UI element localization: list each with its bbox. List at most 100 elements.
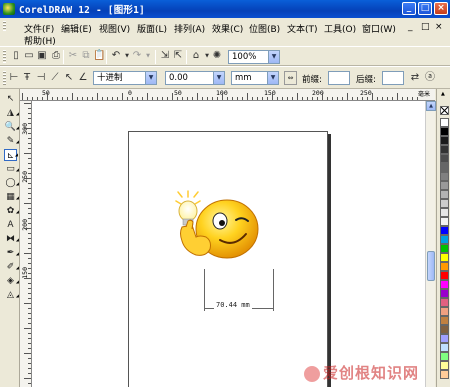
cut-icon[interactable]: ✂ [67,50,79,62]
suffix-input[interactable] [382,71,404,85]
toolbar-grip[interactable] [3,50,6,63]
menu-edit[interactable]: 编辑(E) [61,22,92,35]
import-icon[interactable]: ⇲ [159,50,171,62]
callout-icon[interactable]: ↖ [63,72,75,84]
property-bar-grip[interactable] [3,71,6,85]
basic-shapes-tool-icon[interactable]: ✿ ◢ [4,205,19,217]
no-fill-swatch[interactable] [440,106,449,115]
text-tool-icon[interactable]: A [4,219,17,231]
color-swatch[interactable] [440,190,449,199]
smiley-lightbulb-clipart[interactable] [172,187,282,275]
color-swatch[interactable] [440,334,449,343]
menu-arrange[interactable]: 排列(A) [174,22,205,35]
export-icon[interactable]: ⇱ [172,50,184,62]
chevron-down-icon[interactable]: ▼ [268,51,279,63]
menu-bitmaps[interactable]: 位图(B) [249,22,280,35]
close-button[interactable]: × [434,2,448,15]
minimize-button[interactable]: _ [402,2,416,15]
color-swatch[interactable] [440,298,449,307]
open-icon[interactable]: ▭ [23,50,35,62]
ellipse-tool-icon[interactable]: ◯ ◢ [4,177,19,189]
scroll-up-icon[interactable]: ▲ [426,101,436,111]
dimension-units-select[interactable]: mm ▼ [231,71,279,85]
outline-tool-icon[interactable]: ✐ ◢ [4,261,19,273]
doc-close-button[interactable]: × [435,22,443,32]
doc-restore-button[interactable]: □ [421,22,430,32]
new-document-icon[interactable]: ▯ [10,50,22,62]
vertical-dimension-icon[interactable]: Ŧ [21,72,33,84]
corel-online-icon[interactable]: ✺ [211,50,223,62]
rectangle-tool-icon[interactable]: ▭ ◢ [4,163,19,175]
fill-tool-icon[interactable]: ◈ ◢ [4,275,19,287]
color-swatch[interactable] [440,226,449,235]
color-swatch[interactable] [440,172,449,181]
color-swatch[interactable] [440,199,449,208]
horizontal-dimension-icon[interactable]: ⊣ [35,72,47,84]
interactive-blend-tool-icon[interactable]: ⧓ ◢ [4,233,19,245]
pick-tool-icon[interactable]: ↖ [4,93,17,105]
save-icon[interactable]: ▣ [36,50,48,62]
color-swatch[interactable] [440,154,449,163]
color-swatch[interactable] [440,289,449,298]
chevron-down-icon[interactable]: ▼ [213,72,224,84]
zoom-level-select[interactable]: 100% ▼ [228,50,280,64]
vertical-ruler[interactable]: 300 250 200 150 [20,101,32,387]
color-swatch[interactable] [440,307,449,316]
menu-view[interactable]: 视图(V) [99,22,130,35]
polygon-tool-icon[interactable]: ▦ ◢ [4,191,19,203]
color-swatch[interactable] [440,244,449,253]
color-swatch[interactable] [440,136,449,145]
chevron-down-icon[interactable]: ▼ [145,72,156,84]
paste-icon[interactable]: 📋 [93,50,105,62]
menu-effects[interactable]: 效果(C) [212,22,243,35]
color-swatch[interactable] [440,271,449,280]
color-swatch[interactable] [440,370,449,379]
color-swatch[interactable] [440,118,449,127]
color-swatch[interactable] [440,145,449,154]
color-swatch[interactable] [440,280,449,289]
dimension-text[interactable]: 70.44 mm [214,301,252,309]
menu-window[interactable]: 窗口(W) [362,22,396,35]
auto-dimension-icon[interactable]: ⊢ [8,72,20,84]
dimension-style-select[interactable]: 十进制 ▼ [93,71,157,85]
shape-tool-icon[interactable]: ◮ ◢ [4,107,19,119]
prefix-input[interactable] [328,71,350,85]
text-position-icon[interactable]: ⓐ [424,72,436,84]
chevron-down-icon[interactable]: ▼ [267,72,278,84]
color-swatch[interactable] [440,208,449,217]
color-swatch[interactable] [440,181,449,190]
zoom-tool-icon[interactable]: 🔍 ◢ [4,121,19,133]
redo-dropdown-icon[interactable]: ▼ [142,50,154,62]
color-swatch[interactable] [440,325,449,334]
interactive-fill-tool-icon[interactable]: ◬ ◢ [4,289,19,301]
color-swatch[interactable] [440,163,449,172]
drawing-canvas[interactable]: 70.44 mm 爱创根知识网 [32,101,425,387]
print-icon[interactable]: ⎙ [50,50,62,62]
maximize-button[interactable]: □ [418,2,432,15]
color-swatch[interactable] [440,127,449,136]
color-swatch[interactable] [440,361,449,370]
eyedropper-tool-icon[interactable]: ✒ ◢ [4,247,19,259]
color-swatch[interactable] [440,253,449,262]
color-swatch[interactable] [440,343,449,352]
menu-text[interactable]: 文本(T) [287,22,318,35]
angular-dimension-icon[interactable]: ∠ [77,72,89,84]
dynamic-dimension-icon[interactable]: ⇄ [409,72,421,84]
color-swatch[interactable] [440,235,449,244]
copy-icon[interactable]: ⧉ [80,50,92,62]
menu-grip[interactable] [3,21,6,31]
menu-layout[interactable]: 版面(L) [137,22,167,35]
menu-tools[interactable]: 工具(O) [324,22,356,35]
palette-scroll-up-icon[interactable]: ▲ [441,91,445,97]
horizontal-ruler[interactable]: 50 0 50 100 150 200 250 毫米 [20,89,435,101]
slanted-dimension-icon[interactable]: ⟋ [49,72,61,84]
show-units-toggle[interactable]: ⇔ [284,71,297,85]
doc-minimize-button[interactable]: _ [408,22,413,32]
color-swatch[interactable] [440,352,449,361]
dimension-precision-select[interactable]: 0.00 ▼ [165,71,225,85]
coreldraw-app-icon[interactable] [3,3,15,15]
color-swatch[interactable] [440,217,449,226]
dimension-tool-icon[interactable]: ⊾ ◢ [4,149,18,161]
scrollbar-thumb[interactable] [427,251,435,281]
freehand-tool-icon[interactable]: ✎ ◢ [4,135,19,147]
